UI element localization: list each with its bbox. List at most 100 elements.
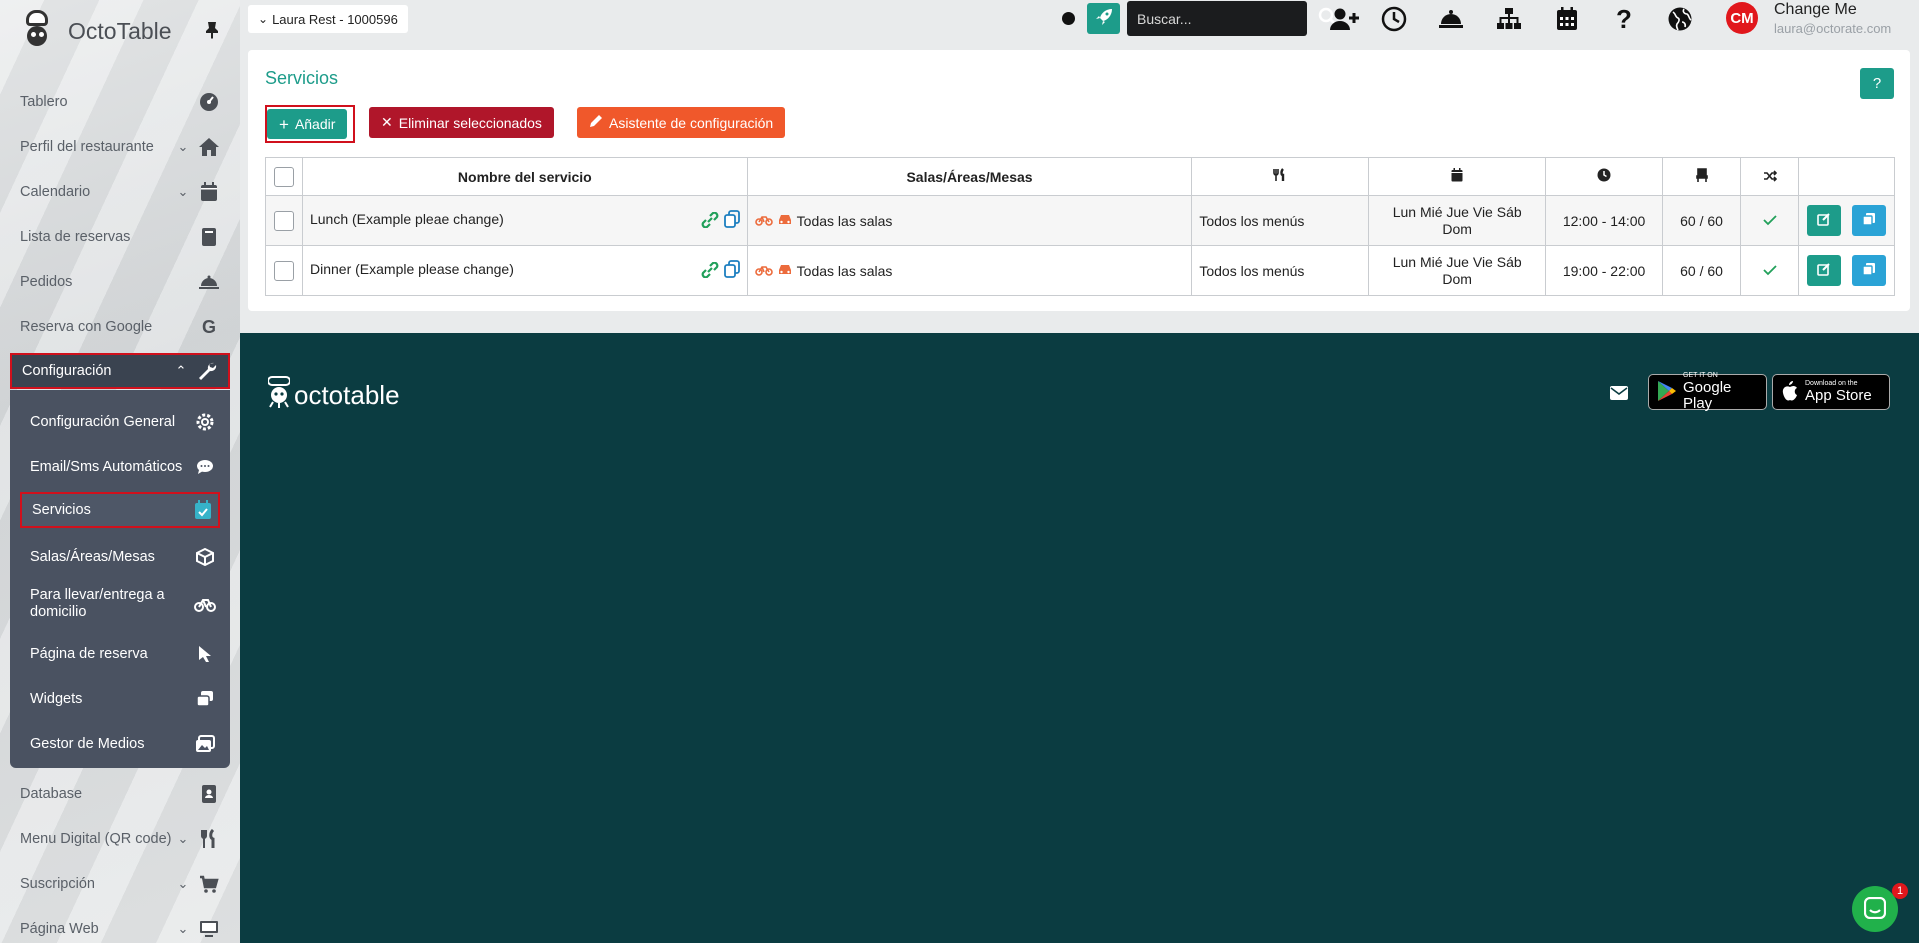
- check-icon: [1762, 213, 1777, 229]
- sidebar-item-tablero[interactable]: Tablero: [10, 84, 230, 120]
- user-name[interactable]: Change Me: [1774, 1, 1857, 19]
- calendar-icon[interactable]: [1552, 5, 1582, 33]
- hours-value: 19:00 - 22:00: [1545, 245, 1664, 296]
- images-icon: [194, 733, 216, 755]
- services-card: Servicios ? + Añadir ✕ Eliminar seleccio…: [248, 50, 1910, 311]
- sidebar-item-pedidos[interactable]: Pedidos: [10, 264, 230, 300]
- service-name: Dinner (Example please change): [309, 260, 514, 277]
- chat-icon: [1863, 896, 1887, 922]
- select-all-cell: [265, 157, 303, 196]
- delete-selected-button[interactable]: ✕ Eliminar seleccionados: [369, 107, 554, 138]
- utensils-icon: [198, 828, 220, 850]
- chef-logo-icon: [20, 10, 56, 52]
- copy-icon: [1862, 212, 1876, 229]
- chevron-down-icon: ⌄: [177, 831, 189, 846]
- chat-icon: [194, 456, 216, 478]
- app-logo[interactable]: OctoTable: [20, 10, 172, 52]
- sidebar-item-pagina-web[interactable]: Página Web ⌄: [10, 911, 230, 943]
- submenu-item-para-llevar[interactable]: Para llevar/entrega a domicilio: [20, 580, 220, 628]
- user-email: laura@octorate.com: [1774, 21, 1892, 36]
- sidebar-item-calendario[interactable]: Calendario ⌄: [10, 174, 230, 210]
- status-dot-icon: [1062, 12, 1075, 25]
- help-button[interactable]: ?: [1860, 68, 1894, 99]
- app-store-badge[interactable]: Download on the App Store: [1772, 374, 1890, 410]
- config-submenu: Configuración General Email/Sms Automáti…: [10, 390, 230, 768]
- copy-icon[interactable]: [723, 210, 740, 231]
- copy-icon[interactable]: [723, 260, 740, 281]
- pencil-icon: [589, 114, 603, 131]
- chevron-down-icon: ⌄: [177, 184, 189, 199]
- link-icon[interactable]: [700, 211, 720, 231]
- rooms-value: Todas las salas: [796, 262, 893, 279]
- sidebar-item-menu-digital[interactable]: Menu Digital (QR code) ⌄: [10, 821, 230, 857]
- clock-icon[interactable]: [1379, 5, 1409, 33]
- sidebar-item-configuracion[interactable]: Configuración ⌃: [10, 353, 230, 389]
- column-header-hours[interactable]: [1545, 157, 1664, 196]
- clock-icon: [1597, 168, 1611, 185]
- car-icon: [777, 263, 793, 279]
- row-checkbox[interactable]: [273, 260, 294, 281]
- add-button[interactable]: + Añadir: [267, 109, 348, 139]
- select-all-checkbox[interactable]: [273, 166, 294, 187]
- google-play-badge[interactable]: GET IT ON Google Play: [1648, 372, 1767, 412]
- calendar-check-icon: [192, 499, 214, 521]
- submenu-item-servicios[interactable]: Servicios: [20, 492, 220, 528]
- link-icon[interactable]: [700, 261, 720, 281]
- duplicate-button[interactable]: [1852, 255, 1887, 286]
- submenu-item-widgets[interactable]: Widgets: [20, 681, 220, 717]
- edit-button[interactable]: [1806, 205, 1841, 236]
- submenu-item-config-general[interactable]: Configuración General: [20, 404, 220, 440]
- sidebar-item-database[interactable]: Database: [10, 776, 230, 812]
- services-table: Nombre del servicio Salas/Áreas/Mesas Lu…: [265, 157, 1896, 296]
- help-icon[interactable]: ?: [1609, 4, 1639, 34]
- submenu-item-email-sms[interactable]: Email/Sms Automáticos: [20, 449, 220, 485]
- sidebar-item-google[interactable]: Reserva con Google G: [10, 309, 230, 345]
- chevron-down-icon: ⌄: [177, 139, 189, 154]
- menus-value: Todos los menús: [1191, 195, 1370, 246]
- column-header-seats[interactable]: [1662, 157, 1742, 196]
- footer-logo[interactable]: octotable: [267, 375, 400, 416]
- duplicate-button[interactable]: [1852, 205, 1887, 236]
- sidebar-item-perfil[interactable]: Perfil del restaurante ⌄: [10, 129, 230, 165]
- monitor-icon: [198, 918, 220, 940]
- sitemap-icon[interactable]: [1494, 5, 1524, 33]
- setup-wizard-button[interactable]: Asistente de configuración: [577, 107, 786, 138]
- submenu-item-gestor-medios[interactable]: Gestor de Medios: [20, 726, 220, 762]
- bike-icon: [194, 593, 216, 615]
- globe-icon[interactable]: [1665, 5, 1695, 33]
- row-checkbox[interactable]: [273, 210, 294, 231]
- column-header-rooms[interactable]: Salas/Áreas/Mesas: [746, 157, 1193, 196]
- rocket-button[interactable]: [1087, 3, 1120, 34]
- search-input[interactable]: [1137, 10, 1318, 27]
- column-header-shuffle[interactable]: [1740, 157, 1799, 196]
- pin-icon[interactable]: [200, 18, 224, 42]
- cursor-icon: [194, 643, 216, 665]
- bike-icon: [754, 213, 773, 229]
- edit-icon: [1816, 212, 1831, 229]
- chat-widget-button[interactable]: [1852, 886, 1898, 932]
- cloche-icon[interactable]: [1436, 5, 1466, 33]
- column-header-name[interactable]: Nombre del servicio: [301, 157, 748, 196]
- column-header-days[interactable]: [1368, 157, 1547, 196]
- app-name: OctoTable: [68, 17, 172, 44]
- add-user-icon[interactable]: [1330, 5, 1360, 33]
- wrench-icon: [196, 360, 218, 382]
- check-icon: [1762, 263, 1777, 279]
- sidebar-item-suscripcion[interactable]: Suscripción ⌄: [10, 866, 230, 902]
- mail-icon[interactable]: [1610, 386, 1628, 403]
- edit-button[interactable]: [1806, 255, 1841, 286]
- restaurant-selector[interactable]: ⌄ Laura Rest - 1000596: [248, 5, 408, 33]
- sidebar-item-lista-reservas[interactable]: Lista de reservas: [10, 219, 230, 255]
- copy-icon: [1862, 262, 1876, 279]
- submenu-item-pagina-reserva[interactable]: Página de reserva: [20, 636, 220, 672]
- edit-icon: [1816, 262, 1831, 279]
- column-header-menus[interactable]: [1191, 157, 1370, 196]
- cube-icon: [194, 546, 216, 568]
- chevron-down-icon: ⌄: [177, 876, 189, 891]
- submenu-item-salas[interactable]: Salas/Áreas/Mesas: [20, 539, 220, 575]
- contact-book-icon: [198, 783, 220, 805]
- shuffle-icon: [1763, 169, 1777, 185]
- sidebar: OctoTable Tablero Perfil del restaurante…: [0, 0, 240, 943]
- avatar[interactable]: CM: [1726, 2, 1758, 34]
- service-name: Lunch (Example pleae change): [309, 210, 504, 227]
